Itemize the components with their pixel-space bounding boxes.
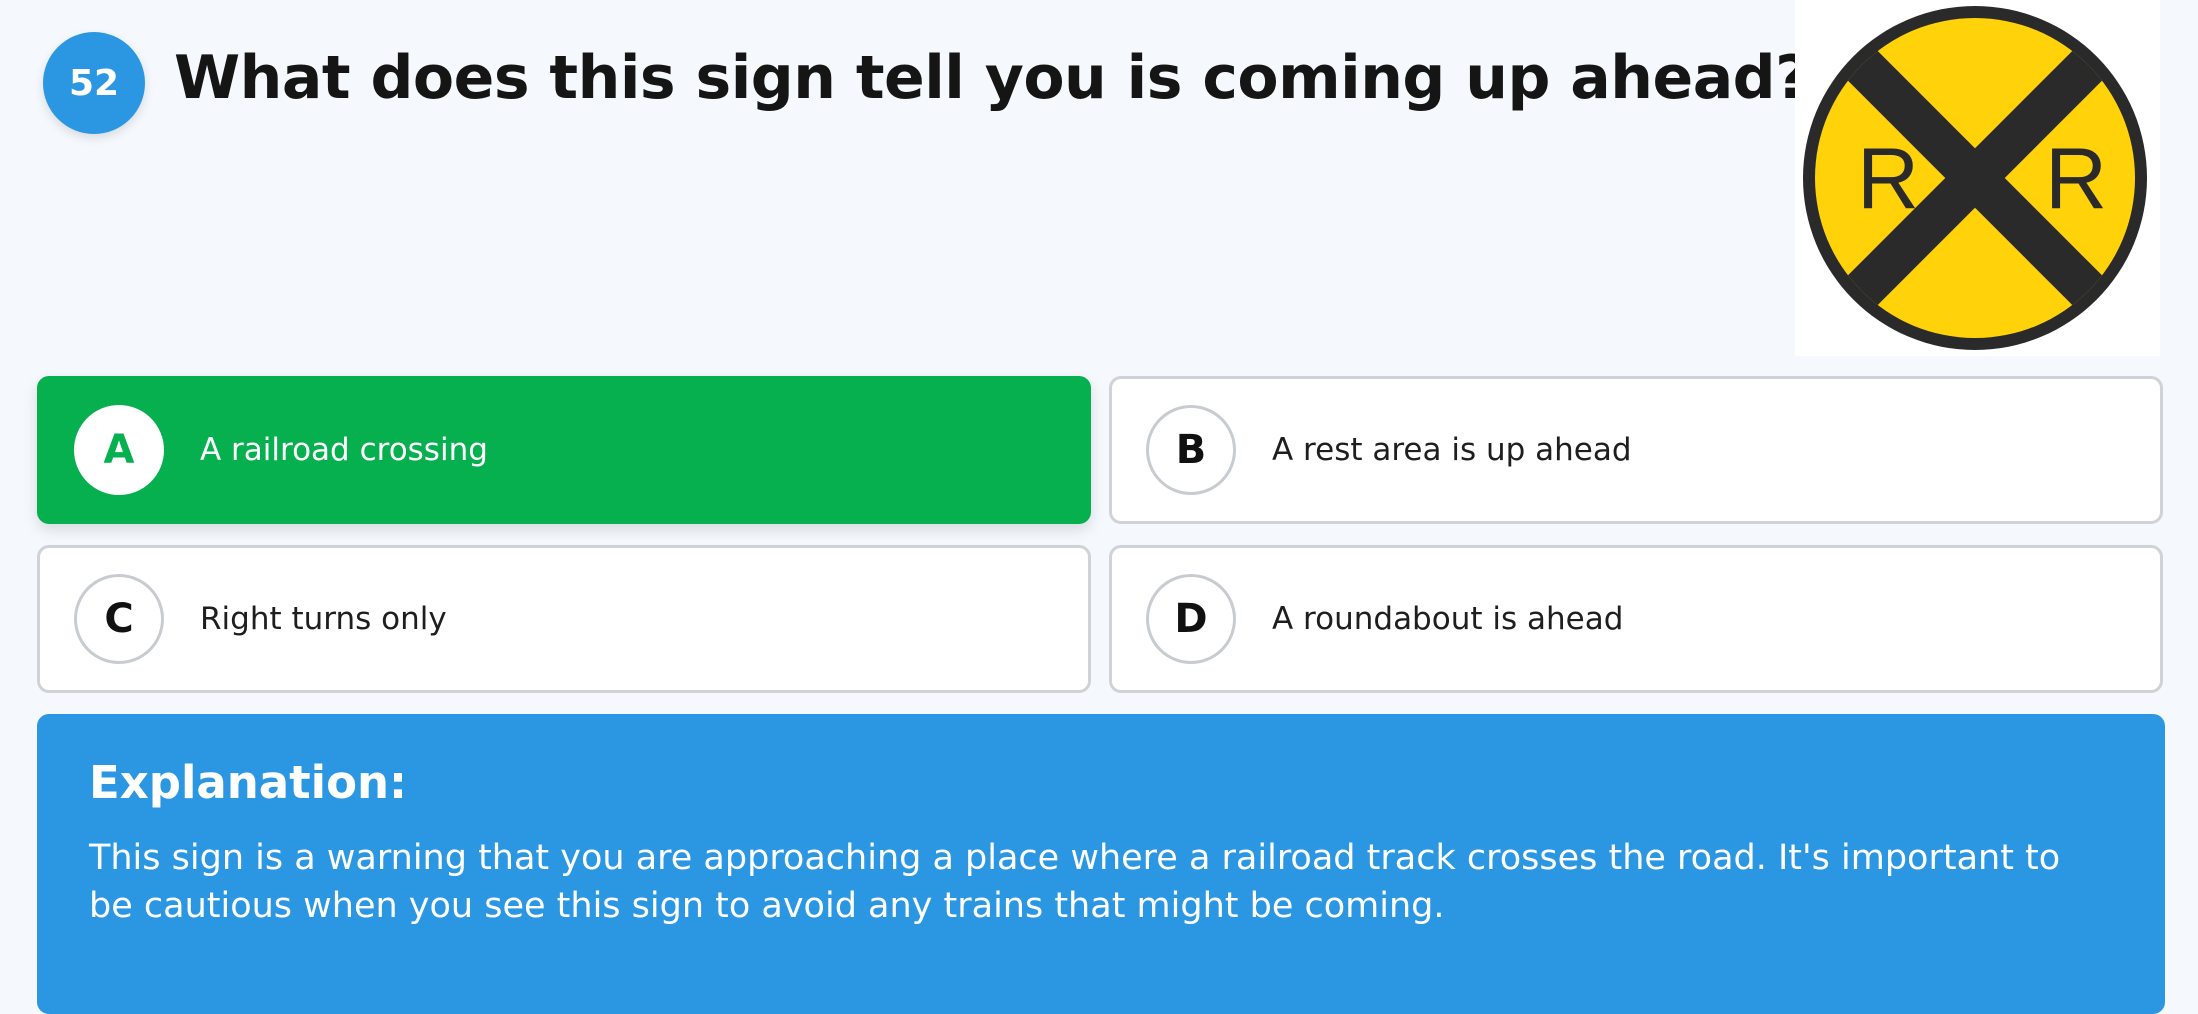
- option-letter-badge: D: [1146, 574, 1236, 664]
- answer-option-b[interactable]: B A rest area is up ahead: [1109, 376, 2163, 524]
- explanation-body: This sign is a warning that you are appr…: [89, 838, 2061, 926]
- answer-option-a[interactable]: A A railroad crossing: [37, 376, 1091, 524]
- option-text: A roundabout is ahead: [1272, 601, 1624, 637]
- option-letter-badge: B: [1146, 405, 1236, 495]
- sign-letter-left: R: [1857, 131, 1919, 227]
- question-text: What does this sign tell you is coming u…: [174, 43, 1810, 113]
- explanation-title: Explanation:: [89, 756, 408, 809]
- question-number-badge: 52: [43, 32, 145, 134]
- answer-option-d[interactable]: D A roundabout is ahead: [1109, 545, 2163, 693]
- option-letter-badge: A: [74, 405, 164, 495]
- option-letter-badge: C: [74, 574, 164, 664]
- option-text: A rest area is up ahead: [1272, 432, 1632, 468]
- answer-option-c[interactable]: C Right turns only: [37, 545, 1091, 693]
- option-text: Right turns only: [200, 601, 447, 637]
- sign-image-panel: R R: [1795, 0, 2160, 356]
- option-text: A railroad crossing: [200, 432, 488, 468]
- explanation-panel: Explanation: This sign is a warning that…: [37, 714, 2165, 1014]
- sign-letter-right: R: [2045, 131, 2107, 227]
- railroad-crossing-sign-icon: R R: [1803, 6, 2147, 350]
